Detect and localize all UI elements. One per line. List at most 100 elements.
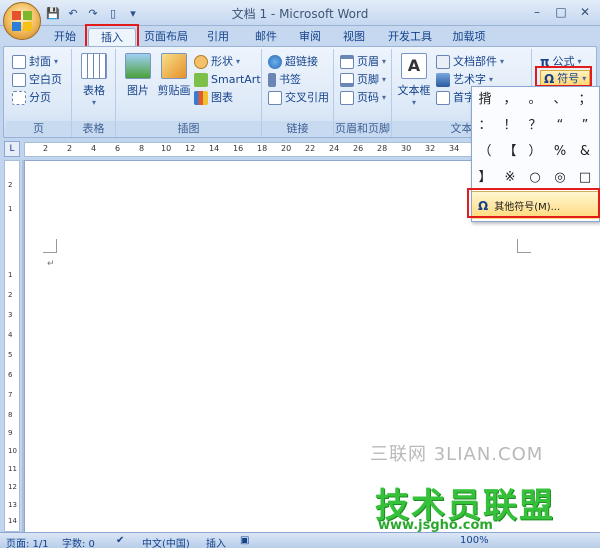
ruler-number: 22 <box>305 144 316 153</box>
ruler-number: 4 <box>91 144 97 153</box>
ruler-number: 6 <box>8 371 13 379</box>
ruler-number: 34 <box>449 144 460 153</box>
symbol-cell[interactable]: 】 <box>474 167 496 189</box>
tab-addins[interactable]: 加载项 <box>444 28 494 46</box>
more-symbols-highlight <box>467 188 600 218</box>
status-language[interactable]: 中文(中国) <box>142 535 190 548</box>
tab-developer[interactable]: 开发工具 <box>382 28 438 46</box>
picture-button[interactable]: 图片 <box>120 53 156 98</box>
dropcap-button[interactable]: 首字 <box>436 89 475 107</box>
macro-record-icon[interactable]: ▣ <box>240 535 249 546</box>
symbol-cell[interactable]: ， <box>499 89 521 111</box>
page-break-button[interactable]: 分页 <box>12 89 51 107</box>
vertical-ruler[interactable]: 2 1 1 2 3 4 5 6 7 8 9 10 11 12 13 14 <box>4 160 20 532</box>
footer-label: 页脚 <box>357 73 379 86</box>
status-insert-mode[interactable]: 插入 <box>206 535 226 548</box>
status-zoom[interactable]: 100% <box>460 535 489 546</box>
footer-button[interactable]: 页脚 ▾ <box>340 71 386 89</box>
page-number-button[interactable]: 页码 ▾ <box>340 89 386 107</box>
title-bar: 💾 ↶ ↷ ▯ ▾ 文档 1 - Microsoft Word – □ ✕ <box>0 0 600 26</box>
ruler-number: 32 <box>425 144 436 153</box>
symbol-cell[interactable]: 、 <box>549 89 571 111</box>
smartart-button[interactable]: SmartArt <box>194 71 261 89</box>
status-page[interactable]: 页面: 1/1 <box>6 535 49 548</box>
maximize-button[interactable]: □ <box>550 3 572 21</box>
ruler-number: 14 <box>8 517 17 525</box>
chart-button[interactable]: 图表 <box>194 89 233 107</box>
hyperlink-button[interactable]: 超链接 <box>268 53 318 71</box>
page-break-label: 分页 <box>29 91 51 104</box>
office-logo-icon <box>12 11 32 31</box>
bookmark-icon <box>268 73 276 87</box>
symbol-cell[interactable]: □ <box>574 167 596 189</box>
smartart-icon <box>194 73 208 87</box>
page-number-icon <box>340 91 354 105</box>
textbox-icon: A <box>401 53 427 79</box>
smartart-label: SmartArt <box>211 73 261 86</box>
table-icon <box>81 53 107 79</box>
ruler-number: 16 <box>233 144 244 153</box>
symbol-cell[interactable]: “ <box>549 115 571 137</box>
header-label: 页眉 <box>357 55 379 68</box>
cover-page-label: 封面 <box>29 55 51 68</box>
symbol-cell[interactable]: ； <box>574 89 596 111</box>
symbol-cell[interactable]: ？ <box>524 115 546 137</box>
symbol-cell[interactable]: & <box>574 141 596 163</box>
table-button[interactable]: 表格 ▾ <box>76 53 112 107</box>
symbol-cell[interactable]: 。 <box>524 89 546 111</box>
textbox-button[interactable]: A 文本框 ▾ <box>396 53 432 107</box>
header-icon <box>340 55 354 69</box>
proofing-icon[interactable]: ✔ <box>116 535 124 546</box>
crossref-button[interactable]: 交叉引用 <box>268 89 329 107</box>
ruler-number: 3 <box>8 311 13 319</box>
tab-view[interactable]: 视图 <box>336 28 372 46</box>
symbol-cell[interactable]: ： <box>474 115 496 137</box>
paragraph-mark: ↵ <box>47 259 55 269</box>
ruler-number: 4 <box>8 331 13 339</box>
ruler-number: 5 <box>8 351 13 359</box>
close-button[interactable]: ✕ <box>574 3 596 21</box>
window-title: 文档 1 - Microsoft Word <box>231 7 369 21</box>
shapes-button[interactable]: 形状 ▾ <box>194 53 240 71</box>
header-button[interactable]: 页眉 ▾ <box>340 53 386 71</box>
symbol-cell[interactable]: ○ <box>524 167 546 189</box>
ruler-number: 2 <box>8 291 13 299</box>
footer-icon <box>340 73 354 87</box>
chart-icon <box>194 91 208 105</box>
tab-references[interactable]: 引用 <box>200 28 236 46</box>
tab-review[interactable]: 审阅 <box>292 28 328 46</box>
tab-mailings[interactable]: 邮件 <box>248 28 284 46</box>
cover-page-button[interactable]: 封面 ▾ <box>12 53 58 71</box>
table-label: 表格 <box>83 84 105 97</box>
bookmark-button[interactable]: 书签 <box>268 71 301 89</box>
quickparts-label: 文档部件 <box>453 55 497 68</box>
ruler-number: 11 <box>8 465 17 473</box>
tab-page-layout[interactable]: 页面布局 <box>140 28 192 46</box>
symbol-cell[interactable]: ！ <box>499 115 521 137</box>
tab-selector[interactable]: L <box>4 141 20 157</box>
symbol-cell[interactable]: 揹 <box>474 89 496 111</box>
tab-home[interactable]: 开始 <box>48 28 82 46</box>
group-header-footer: 页眉 ▾ 页脚 ▾ 页码 ▾ 页眉和页脚 <box>334 49 392 137</box>
status-words[interactable]: 字数: 0 <box>62 535 95 548</box>
symbol-cell[interactable]: ） <box>524 141 546 163</box>
symbol-cell[interactable]: 【 <box>499 141 521 163</box>
ruler-number: 2 <box>43 144 49 153</box>
clipart-button[interactable]: 剪贴画 <box>154 53 194 98</box>
blank-page-button[interactable]: 空白页 <box>12 71 62 89</box>
office-button[interactable] <box>3 2 41 40</box>
symbol-cell[interactable]: ※ <box>499 167 521 189</box>
clipart-label: 剪贴画 <box>157 84 191 97</box>
dropcap-icon <box>436 91 450 105</box>
margin-corner-top-right <box>517 239 531 253</box>
status-bar: 页面: 1/1 字数: 0 ✔ 中文(中国) 插入 ▣ 100% <box>0 532 600 548</box>
horizontal-ruler[interactable]: 2 2 4 6 8 10 12 14 16 18 20 22 24 26 28 … <box>24 142 490 157</box>
picture-label: 图片 <box>127 84 149 97</box>
symbol-cell[interactable]: ” <box>574 115 596 137</box>
quickparts-button[interactable]: 文档部件 ▾ <box>436 53 504 71</box>
symbol-cell[interactable]: （ <box>474 141 496 163</box>
ruler-number: 20 <box>281 144 292 153</box>
symbol-cell[interactable]: ◎ <box>549 167 571 189</box>
minimize-button[interactable]: – <box>526 3 548 21</box>
symbol-cell[interactable]: % <box>549 141 571 163</box>
